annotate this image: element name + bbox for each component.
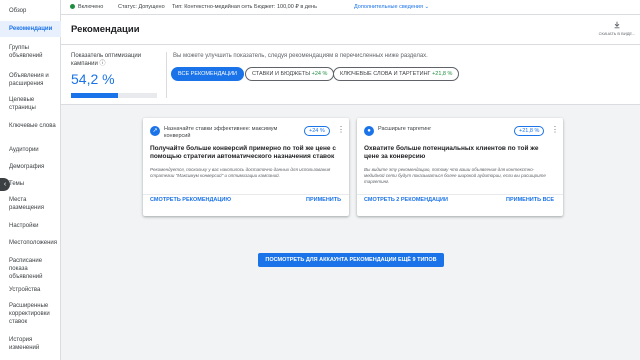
apply-all-button[interactable]: ПРИМЕНИТЬ ВСЕ [506, 197, 554, 203]
sidebar-item-audiences[interactable]: Аудитории [0, 146, 61, 154]
card-description: Рекомендуется, поскольку у вас накопилос… [150, 167, 331, 178]
sidebar-item-overview[interactable]: Обзор [0, 7, 61, 15]
status-dot-icon [70, 4, 75, 9]
campaign-budget: Бюджет: 100,00 ₽ в день [254, 4, 317, 10]
optimization-score-panel: Показатель оптимизации кампании ⓘ 54,2 %… [61, 45, 640, 105]
optimization-hint: Вы можете улучшить показатель, следуя ре… [173, 53, 428, 59]
card-category: Назначайте ставки эффективнее: максимум … [164, 126, 278, 139]
card-description: Вы видите эту рекомендацию, потому что в… [364, 167, 546, 184]
chip-all-recommendations[interactable]: ВСЕ РЕКОМЕНДАЦИИ [171, 67, 245, 81]
sidebar-item-recommendations[interactable]: Рекомендации [0, 21, 61, 37]
apply-button[interactable]: ПРИМЕНИТЬ [306, 197, 341, 203]
optimization-score-bar [71, 93, 157, 98]
chevron-down-icon: ⌄ [424, 4, 430, 10]
recommendation-card: ● Расширьте таргетинг +21,8 % ⋮ Охватите… [357, 118, 563, 216]
campaign-type: Тип: Контекстно-медийная сеть [172, 4, 253, 10]
sidebar-item-bid-adjustments[interactable]: Расширенные корректировки ставок [0, 302, 61, 326]
more-vert-icon[interactable]: ⋮ [551, 125, 559, 134]
recommendation-card: ↗ Назначайте ставки эффективнее: максиму… [143, 118, 349, 216]
chip-bids-budgets[interactable]: СТАВКИ И БЮДЖЕТЫ +24 % [245, 67, 335, 81]
approval-status: Статус: Допущено [118, 4, 165, 10]
sidebar-item-placements[interactable]: Места размещения [0, 196, 61, 212]
page-header: Рекомендации СКАЧАТЬ В ВИДЕ... [61, 15, 640, 45]
download-icon [614, 21, 620, 29]
sidebar-item-ads-extensions[interactable]: Объявления и расширения [0, 72, 61, 88]
download-button[interactable]: СКАЧАТЬ В ВИДЕ... [598, 21, 636, 36]
card-category: Расширьте таргетинг [378, 126, 432, 132]
sidebar-item-ad-schedule[interactable]: Расписание показа объявлений [0, 257, 61, 281]
page-title: Рекомендации [71, 24, 140, 35]
person-icon: ● [364, 126, 374, 136]
chip-keywords-targeting[interactable]: КЛЮЧЕВЫЕ СЛОВА И ТАРГЕТИНГ +21,8 % [333, 67, 460, 81]
more-vert-icon[interactable]: ⋮ [337, 125, 345, 134]
sidebar-item-ad-groups[interactable]: Группы объявлений [0, 44, 61, 60]
sidebar-item-demographics[interactable]: Демография [0, 163, 61, 171]
sidebar: Обзор Рекомендации Группы объявлений Объ… [0, 0, 61, 360]
view-more-types-button[interactable]: ПОСМОТРЕТЬ ДЛЯ АККАУНТА РЕКОМЕНДАЦИИ ЕЩЁ… [258, 253, 444, 267]
optimization-score-fill [71, 93, 118, 98]
divider [166, 52, 167, 98]
score-uplift-badge: +21,8 % [514, 126, 545, 136]
sidebar-item-settings[interactable]: Настройки [0, 222, 61, 230]
sidebar-item-locations[interactable]: Местоположения [0, 239, 61, 247]
card-title: Охватите больше потенциальных клиентов п… [364, 145, 539, 160]
details-link[interactable]: Дополнительные сведения ⌄ [354, 4, 429, 10]
sidebar-item-keywords[interactable]: Ключевые слова [0, 122, 61, 130]
optimization-score-label: Показатель оптимизации кампании ⓘ [71, 53, 142, 67]
sidebar-item-devices[interactable]: Устройства [0, 286, 61, 294]
view-recommendations-link[interactable]: СМОТРЕТЬ 2 РЕКОМЕНДАЦИИ [364, 197, 448, 203]
score-uplift-badge: +24 % [304, 126, 330, 136]
sidebar-item-change-history[interactable]: История изменений [0, 336, 61, 352]
divider [357, 194, 563, 195]
sidebar-item-landing-pages[interactable]: Целевые страницы [0, 96, 61, 112]
card-title: Получайте больше конверсий примерно по т… [150, 145, 336, 160]
optimization-score-value: 54,2 % [71, 71, 115, 87]
trending-up-icon: ↗ [150, 126, 160, 136]
view-recommendation-link[interactable]: СМОТРЕТЬ РЕКОМЕНДАЦИЮ [150, 197, 231, 203]
campaign-status-bar: Включено Статус: Допущено Тип: Контекстн… [61, 0, 640, 15]
help-icon[interactable]: ⓘ [100, 61, 106, 67]
campaign-status[interactable]: Включено [78, 4, 103, 10]
divider [143, 194, 349, 195]
